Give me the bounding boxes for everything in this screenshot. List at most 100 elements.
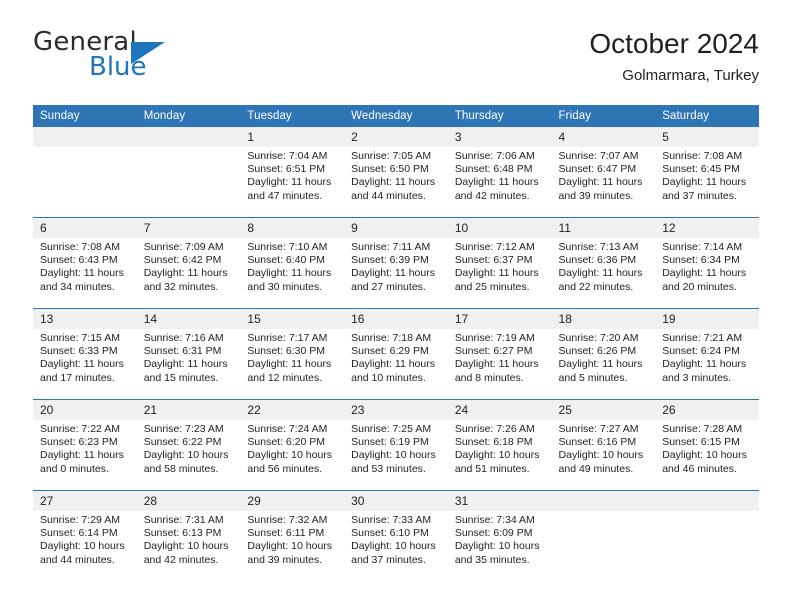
day-number: 9 [344,218,448,238]
daylight-duration-line1: Daylight: 11 hours [143,267,228,280]
calendar-cell-day[interactable]: 1 Sunrise: 7:04 AM Sunset: 6:51 PM Daylight… [240,127,345,218]
sunrise-time: Sunrise: 7:07 AM [558,150,639,162]
daylight-duration-line1: Daylight: 11 hours [40,449,124,462]
day-number: 5 [655,127,759,147]
daylight-duration-line2: and 30 minutes. [247,280,323,293]
day-cell: 23 Sunrise: 7:25 AM Sunset: 6:19 PM Dayligh… [344,400,448,490]
day-number [551,491,656,511]
calendar-cell-day[interactable]: 31 Sunrise: 7:34 AM Sunset: 6:09 PM Dayligh… [447,490,552,581]
daylight-duration-line2: and 3 minutes. [662,371,732,384]
day-number: 26 [655,400,759,420]
daylight-duration-line1: Daylight: 11 hours [351,358,435,371]
day-cell: 31 Sunrise: 7:34 AM Sunset: 6:09 PM Dayligh… [447,491,552,581]
calendar-cell-day[interactable]: 18 Sunrise: 7:20 AM Sunset: 6:26 PM Dayligh… [551,308,656,400]
calendar-cell-day[interactable]: 7 Sunrise: 7:09 AM Sunset: 6:42 PM Daylight… [136,217,241,309]
day-number [33,127,137,147]
daylight-duration-line2: and 44 minutes. [40,553,115,566]
day-details: Sunrise: 7:08 AM Sunset: 6:45 PM Daylight:… [655,147,759,203]
sunset-time: Sunset: 6:18 PM [454,436,533,449]
calendar-cell-day[interactable]: 27 Sunrise: 7:29 AM Sunset: 6:14 PM Dayligh… [33,490,137,581]
day-cell [136,127,241,217]
calendar-cell-day[interactable]: 21 Sunrise: 7:23 AM Sunset: 6:22 PM Dayligh… [136,399,241,491]
calendar-cell-day[interactable]: 17 Sunrise: 7:19 AM Sunset: 6:27 PM Dayligh… [447,308,552,400]
daylight-duration-line1: Daylight: 10 hours [454,449,540,462]
weekday-header-wednesday: Wednesday [344,105,448,127]
calendar-cell-day[interactable]: 3 Sunrise: 7:06 AM Sunset: 6:48 PM Daylight… [447,127,552,218]
sunrise-time: Sunrise: 7:31 AM [143,514,224,526]
page-header: General Blue October 2024 Golmarmara, Tu… [33,27,759,99]
daylight-duration-line1: Daylight: 11 hours [351,267,435,280]
calendar-cell-day[interactable]: 20 Sunrise: 7:22 AM Sunset: 6:23 PM Dayligh… [33,399,137,491]
sunset-time: Sunset: 6:10 PM [351,527,429,540]
daylight-duration-line1: Daylight: 10 hours [143,540,229,553]
sunset-time: Sunset: 6:13 PM [143,527,222,540]
calendar-cell-day[interactable]: 8 Sunrise: 7:10 AM Sunset: 6:40 PM Daylight… [240,217,345,309]
sunrise-time: Sunrise: 7:34 AM [454,514,535,526]
day-details: Sunrise: 7:17 AM Sunset: 6:30 PM Daylight:… [240,329,344,385]
calendar-cell-day[interactable]: 25 Sunrise: 7:27 AM Sunset: 6:16 PM Dayligh… [551,399,656,491]
daylight-duration-line1: Daylight: 11 hours [454,176,539,189]
day-cell: 24 Sunrise: 7:26 AM Sunset: 6:18 PM Dayligh… [447,400,552,490]
calendar-cell-day[interactable]: 19 Sunrise: 7:21 AM Sunset: 6:24 PM Dayligh… [655,308,759,400]
weekday-header-thursday: Thursday [447,105,552,127]
daylight-duration-line2: and 46 minutes. [662,462,737,475]
calendar-cell-empty [33,127,137,218]
calendar-cell-day[interactable]: 2 Sunrise: 7:05 AM Sunset: 6:50 PM Daylight… [344,127,448,218]
sunrise-time: Sunrise: 7:17 AM [247,332,328,344]
calendar-cell-day[interactable]: 14 Sunrise: 7:16 AM Sunset: 6:31 PM Dayligh… [136,308,241,400]
calendar-cell-day[interactable]: 24 Sunrise: 7:26 AM Sunset: 6:18 PM Dayligh… [447,399,552,491]
day-details: Sunrise: 7:15 AM Sunset: 6:33 PM Daylight:… [33,329,137,385]
sunrise-time: Sunrise: 7:18 AM [351,332,432,344]
page-title: October 2024 [589,28,759,59]
calendar-cell-day[interactable]: 26 Sunrise: 7:28 AM Sunset: 6:15 PM Dayligh… [655,399,759,491]
calendar-cell-day[interactable]: 11 Sunrise: 7:13 AM Sunset: 6:36 PM Dayligh… [551,217,656,309]
sunset-time: Sunset: 6:09 PM [454,527,533,540]
calendar-cell-day[interactable]: 16 Sunrise: 7:18 AM Sunset: 6:29 PM Dayligh… [344,308,448,400]
daylight-duration-line1: Daylight: 10 hours [351,449,436,462]
day-cell [33,127,137,217]
sunset-time: Sunset: 6:26 PM [558,345,637,358]
calendar-cell-day[interactable]: 28 Sunrise: 7:31 AM Sunset: 6:13 PM Dayligh… [136,490,241,581]
sunrise-time: Sunrise: 7:20 AM [558,332,639,344]
calendar-cell-day[interactable]: 30 Sunrise: 7:33 AM Sunset: 6:10 PM Dayligh… [344,490,448,581]
calendar-cell-day[interactable]: 23 Sunrise: 7:25 AM Sunset: 6:19 PM Dayligh… [344,399,448,491]
weekday-header-friday: Friday [551,105,656,127]
daylight-duration-line2: and 35 minutes. [454,553,530,566]
day-number: 19 [655,309,759,329]
day-number: 3 [447,127,552,147]
calendar-cell-day[interactable]: 5 Sunrise: 7:08 AM Sunset: 6:45 PM Daylight… [655,127,759,218]
calendar-cell-day[interactable]: 15 Sunrise: 7:17 AM Sunset: 6:30 PM Dayligh… [240,308,345,400]
calendar-cell-day[interactable]: 6 Sunrise: 7:08 AM Sunset: 6:43 PM Daylight… [33,217,137,309]
day-number: 22 [240,400,345,420]
sunset-time: Sunset: 6:48 PM [454,163,533,176]
day-number: 11 [551,218,656,238]
day-details: Sunrise: 7:16 AM Sunset: 6:31 PM Daylight:… [137,329,241,385]
day-details: Sunrise: 7:25 AM Sunset: 6:19 PM Daylight:… [344,420,448,476]
day-cell: 4 Sunrise: 7:07 AM Sunset: 6:47 PM Daylight… [551,127,656,217]
sunset-time: Sunset: 6:42 PM [143,254,222,267]
day-number: 21 [136,400,241,420]
sunset-time: Sunset: 6:39 PM [351,254,429,267]
day-details: Sunrise: 7:28 AM Sunset: 6:15 PM Daylight:… [655,420,759,476]
day-number: 27 [33,491,137,511]
calendar-cell-empty [551,490,656,581]
day-cell: 7 Sunrise: 7:09 AM Sunset: 6:42 PM Daylight… [136,218,241,308]
sunset-time: Sunset: 6:31 PM [143,345,222,358]
calendar-cell-day[interactable]: 12 Sunrise: 7:14 AM Sunset: 6:34 PM Dayligh… [655,217,759,309]
calendar-cell-day[interactable]: 22 Sunrise: 7:24 AM Sunset: 6:20 PM Dayligh… [240,399,345,491]
day-cell: 14 Sunrise: 7:16 AM Sunset: 6:31 PM Dayligh… [136,309,241,399]
calendar-cell-day[interactable]: 4 Sunrise: 7:07 AM Sunset: 6:47 PM Daylight… [551,127,656,218]
calendar-cell-day[interactable]: 13 Sunrise: 7:15 AM Sunset: 6:33 PM Dayligh… [33,308,137,400]
daylight-duration-line2: and 12 minutes. [247,371,323,384]
calendar-cell-day[interactable]: 9 Sunrise: 7:11 AM Sunset: 6:39 PM Daylight… [344,217,448,309]
general-blue-logo[interactable]: General Blue [33,27,243,87]
daylight-duration-line1: Daylight: 11 hours [662,358,747,371]
day-number: 23 [344,400,448,420]
day-cell: 8 Sunrise: 7:10 AM Sunset: 6:40 PM Daylight… [240,218,345,308]
calendar-week-row: 13 Sunrise: 7:15 AM Sunset: 6:33 PM Dayligh… [33,308,759,400]
day-cell: 25 Sunrise: 7:27 AM Sunset: 6:16 PM Dayligh… [551,400,656,490]
calendar-cell-day[interactable]: 10 Sunrise: 7:12 AM Sunset: 6:37 PM Dayligh… [447,217,552,309]
weekday-header-tuesday: Tuesday [240,105,345,127]
calendar-cell-day[interactable]: 29 Sunrise: 7:32 AM Sunset: 6:11 PM Dayligh… [240,490,345,581]
sunset-time: Sunset: 6:22 PM [143,436,222,449]
